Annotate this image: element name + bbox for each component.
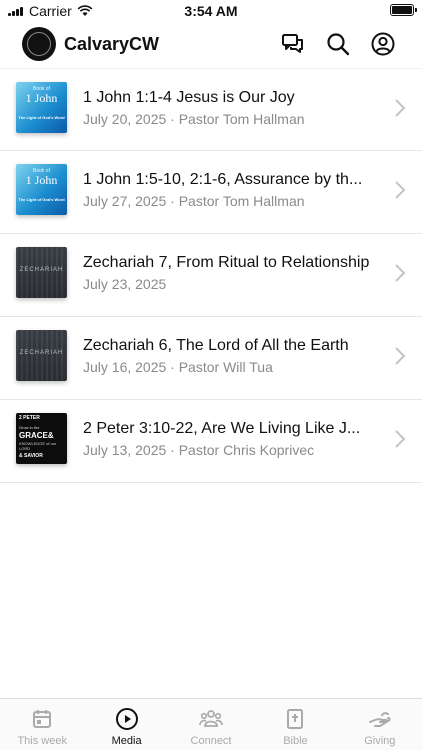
tab-label: Media	[111, 735, 142, 747]
tab-bible[interactable]: Bible	[253, 699, 337, 750]
sermon-list: Book of 1 John The Light of God's Word 1…	[0, 68, 422, 483]
sermon-row[interactable]: Book of 1 John The Light of God's Word 1…	[0, 151, 422, 234]
sermon-title: 1 John 1:1-4 Jesus is Our Joy	[83, 89, 295, 106]
people-icon	[199, 710, 223, 727]
chevron-right-icon	[395, 430, 406, 448]
search-icon[interactable]	[325, 31, 351, 57]
clock: 3:54 AM	[184, 3, 238, 19]
chevron-right-icon	[395, 264, 406, 282]
sermon-row[interactable]: ZECHARIAH Zechariah 7, From Ritual to Re…	[0, 234, 422, 317]
tab-bar: This week Media Connect Bible Giving	[0, 698, 422, 750]
sermon-title: Zechariah 7, From Ritual to Relationship	[83, 254, 370, 271]
tab-label: Bible	[283, 735, 308, 747]
chevron-right-icon	[395, 181, 406, 199]
sermon-thumbnail: Book of 1 John The Light of God's Word	[16, 82, 67, 133]
tab-giving[interactable]: Giving	[338, 699, 422, 750]
sermon-thumbnail: ZECHARIAH	[16, 247, 67, 298]
sermon-meta: July 27, 2025 · Pastor Tom Hallman	[83, 193, 305, 209]
sermon-meta: July 13, 2025 · Pastor Chris Koprivec	[83, 442, 315, 458]
sermon-thumbnail: Book of 1 John The Light of God's Word	[16, 164, 67, 215]
profile-icon[interactable]	[370, 31, 396, 57]
app-header: CalvaryCW	[0, 22, 422, 68]
giving-icon	[368, 712, 391, 727]
tab-media[interactable]: Media	[84, 699, 168, 750]
tab-label: Giving	[364, 735, 396, 747]
tab-label: This week	[17, 735, 67, 747]
sermon-title: Zechariah 6, The Lord of All the Earth	[83, 337, 349, 354]
chevron-right-icon	[395, 99, 406, 117]
tab-label: Connect	[190, 735, 232, 747]
tab-connect[interactable]: Connect	[169, 699, 253, 750]
battery-icon	[390, 4, 417, 16]
sermon-row[interactable]: 2 PETER Grow in the GRACE& KNOWLEDGE of …	[0, 400, 422, 483]
status-bar: Carrier 3:54 AM	[0, 0, 422, 22]
sermon-meta: July 16, 2025 · Pastor Will Tua	[83, 359, 273, 375]
church-logo[interactable]	[22, 27, 56, 61]
chat-icon[interactable]	[280, 31, 306, 57]
calendar-icon	[33, 710, 52, 728]
tab-this-week[interactable]: This week	[0, 699, 84, 750]
chevron-right-icon	[395, 347, 406, 365]
sermon-meta: July 23, 2025	[83, 276, 167, 292]
sermon-title: 2 Peter 3:10-22, Are We Living Like J...	[83, 420, 361, 437]
sermon-thumbnail: 2 PETER Grow in the GRACE& KNOWLEDGE of …	[16, 413, 67, 464]
sermon-row[interactable]: Book of 1 John The Light of God's Word 1…	[0, 68, 422, 151]
play-icon	[115, 708, 138, 730]
app-title: CalvaryCW	[64, 34, 160, 54]
sermon-title: 1 John 1:5-10, 2:1-6, Assurance by th...	[83, 171, 363, 188]
bible-icon	[287, 709, 304, 729]
sermon-row[interactable]: ZECHARIAH Zechariah 6, The Lord of All t…	[0, 317, 422, 400]
sermon-meta: July 20, 2025 · Pastor Tom Hallman	[83, 111, 305, 127]
sermon-thumbnail: ZECHARIAH	[16, 330, 67, 381]
